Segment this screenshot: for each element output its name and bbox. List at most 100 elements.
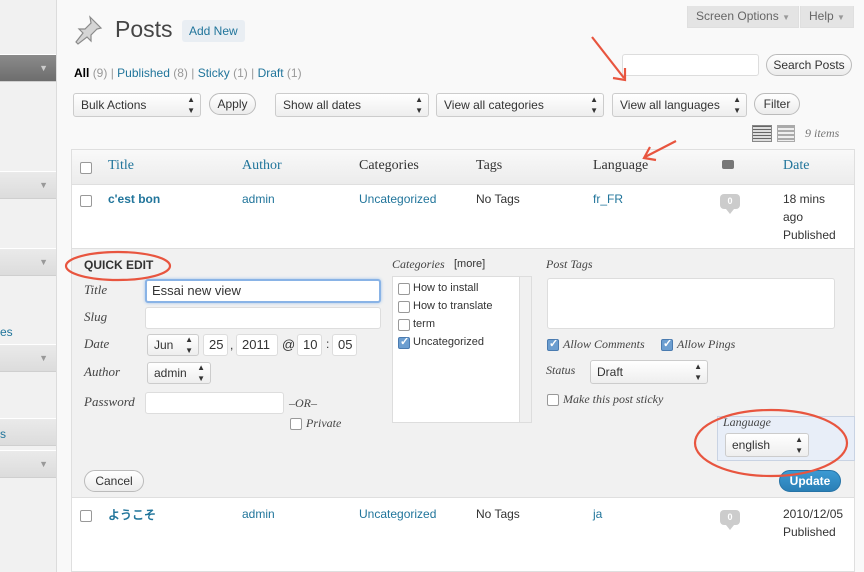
row-checkbox[interactable]: [80, 510, 92, 522]
sidebar-link[interactable]: es: [0, 325, 13, 339]
private-label: Private: [306, 416, 342, 430]
list-view-icon[interactable]: [752, 125, 772, 142]
minute-field[interactable]: 05: [332, 334, 357, 356]
category-label: How to install: [413, 282, 479, 294]
hour-field[interactable]: 10: [297, 334, 322, 356]
admin-sidebar: ▼ ▼ ▼ es ▼ s ▼: [0, 0, 57, 572]
sidebar-link[interactable]: s: [0, 427, 6, 441]
select-value: english: [732, 438, 771, 452]
bulk-actions-select[interactable]: Bulk Actions ▲ ▼: [73, 93, 201, 117]
status-select[interactable]: Draft ▲ ▼: [590, 360, 708, 384]
select-arrows-icon: ▲ ▼: [185, 335, 193, 355]
chevron-down-icon: ▼: [39, 257, 48, 267]
items-count: 9 items: [805, 126, 840, 140]
column-author[interactable]: Author: [242, 158, 282, 174]
sidebar-item[interactable]: s: [0, 418, 56, 446]
category-label: How to translate: [413, 300, 493, 312]
view-all[interactable]: All: [74, 66, 89, 80]
column-title[interactable]: Title: [108, 158, 134, 174]
category-checkbox[interactable]: [398, 283, 410, 295]
view-sticky[interactable]: Sticky: [198, 66, 230, 80]
title-label: Title: [84, 282, 108, 297]
help-button[interactable]: Help ▼: [800, 6, 854, 28]
sidebar-item[interactable]: ▼: [0, 344, 56, 372]
view-draft[interactable]: Draft: [258, 66, 284, 80]
status-value: Published: [783, 525, 836, 539]
row-checkbox[interactable]: [80, 195, 92, 207]
add-new-button[interactable]: Add New: [182, 20, 245, 42]
chevron-down-icon: ▼: [39, 180, 48, 190]
select-value: Draft: [597, 365, 624, 379]
screen-options-label: Screen Options: [696, 9, 779, 23]
apply-button[interactable]: Apply: [209, 93, 256, 115]
language-select[interactable]: english ▲ ▼: [725, 433, 809, 457]
sidebar-item-posts[interactable]: ▼: [0, 54, 56, 82]
date-value: 18 mins: [783, 192, 826, 206]
screen-options-button[interactable]: Screen Options ▼: [687, 6, 799, 28]
categories-scrollbar[interactable]: [519, 277, 531, 422]
sticky-checkbox[interactable]: [547, 394, 559, 406]
allow-pings-label: Allow Pings: [677, 337, 736, 351]
allow-comments-label: Allow Comments: [563, 337, 645, 351]
allow-pings-checkbox[interactable]: [661, 337, 673, 351]
chevron-down-icon: ▼: [837, 13, 845, 22]
tags-value: No Tags: [476, 507, 520, 521]
main-content: Posts Add New Screen Options ▼ Help ▼ Al…: [58, 0, 864, 572]
category-label: Uncategorized: [413, 336, 484, 348]
category-checkbox[interactable]: [398, 319, 410, 331]
year-field[interactable]: 2011: [236, 334, 278, 356]
category-link[interactable]: Uncategorized: [359, 507, 436, 521]
allow-comments-checkbox[interactable]: [547, 337, 559, 351]
chevron-down-icon: ▼: [39, 63, 48, 73]
post-tags-textarea[interactable]: [547, 278, 835, 329]
languages-select[interactable]: View all languages ▲ ▼: [612, 93, 747, 117]
category-checkbox[interactable]: [398, 301, 410, 313]
title-field[interactable]: Essai new view: [145, 279, 381, 303]
sidebar-item[interactable]: ▼: [0, 450, 56, 478]
language-link[interactable]: ja: [593, 507, 602, 521]
help-label: Help: [809, 9, 834, 23]
password-field[interactable]: [145, 392, 284, 414]
or-separator: –OR–: [289, 396, 317, 410]
select-arrows-icon: ▲ ▼: [694, 362, 702, 382]
comment-count-bubble[interactable]: 0: [720, 510, 740, 530]
quick-edit-heading: QUICK EDIT: [84, 258, 154, 272]
subsubsub-views: All (9) | Published (8) | Sticky (1) | D…: [74, 66, 302, 80]
update-button[interactable]: Update: [779, 470, 841, 492]
filter-button[interactable]: Filter: [754, 93, 800, 115]
category-link[interactable]: Uncategorized: [359, 192, 436, 206]
post-title-link[interactable]: c'est bon: [108, 192, 160, 206]
comma-separator: ,: [230, 338, 234, 352]
page-title: Posts: [115, 16, 173, 42]
author-link[interactable]: admin: [242, 192, 275, 206]
language-link[interactable]: fr_FR: [593, 192, 623, 206]
post-title-link[interactable]: ようこそ: [108, 506, 156, 523]
view-published[interactable]: Published: [117, 66, 170, 80]
cancel-button[interactable]: Cancel: [84, 470, 144, 492]
month-select[interactable]: Jun ▲ ▼: [147, 334, 199, 356]
comment-count-bubble[interactable]: 0: [720, 194, 740, 214]
search-posts-button[interactable]: Search Posts: [766, 54, 852, 76]
column-date[interactable]: Date: [783, 158, 809, 174]
private-checkbox[interactable]: [290, 418, 302, 430]
sidebar-item[interactable]: ▼: [0, 171, 56, 199]
author-link[interactable]: admin: [242, 507, 275, 521]
day-field[interactable]: 25: [203, 334, 228, 356]
excerpt-view-icon[interactable]: [777, 125, 795, 142]
select-value: admin: [154, 366, 187, 380]
author-select[interactable]: admin ▲ ▼: [147, 362, 211, 384]
category-checkbox[interactable]: [398, 335, 410, 349]
separator: |: [191, 66, 195, 80]
categories-more-link[interactable]: [more]: [454, 258, 485, 270]
sidebar-item[interactable]: ▼: [0, 248, 56, 276]
pushpin-icon: [75, 15, 103, 45]
view-count: (8): [173, 66, 188, 80]
dates-select[interactable]: Show all dates ▲ ▼: [275, 93, 429, 117]
select-value: Jun: [154, 338, 174, 352]
slug-field[interactable]: [145, 307, 381, 329]
chevron-down-icon: ▼: [782, 13, 790, 22]
language-label: Language: [723, 415, 771, 429]
categories-select[interactable]: View all categories ▲ ▼: [436, 93, 604, 117]
search-input[interactable]: [622, 54, 759, 76]
select-all-checkbox[interactable]: [80, 162, 92, 174]
